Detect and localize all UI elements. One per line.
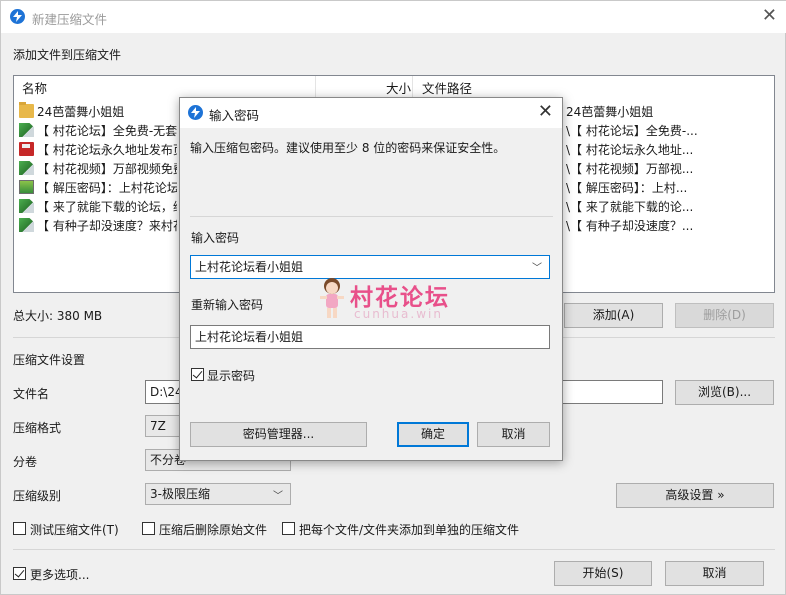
file-name: 【 来了就能下载的论坛，纯... [37, 200, 177, 214]
file-path: \【 村花论坛】全免费-... [566, 124, 698, 138]
app-logo-icon [188, 105, 203, 120]
format-label: 压缩格式 [13, 421, 62, 435]
split-label: 分卷 [13, 455, 38, 469]
filename-label: 文件名 [13, 387, 50, 401]
app-logo-icon [10, 9, 25, 24]
file-name: 24芭蕾舞小姐姐 [37, 105, 125, 119]
delete-source-checkbox[interactable] [142, 522, 155, 535]
file-name: 【 村花论坛永久地址发布页... [37, 143, 177, 157]
file-name: 【 有种子却没速度？来村花... [37, 219, 177, 233]
divider [13, 549, 775, 550]
file-path: \【 来了就能下载的论... [566, 200, 694, 214]
cancel-button[interactable]: 取消 [665, 561, 764, 586]
delete-source-label[interactable]: 压缩后删除原始文件 [159, 521, 267, 538]
more-options-checkbox[interactable] [13, 567, 26, 580]
delete-button[interactable]: 删除(D) [675, 303, 774, 328]
password-value: 上村花论坛看小姐姐 [195, 260, 304, 274]
password-hint: 输入压缩包密码。建议使用至少 8 位的密码来保证安全性。 [190, 141, 506, 155]
level-label: 压缩级别 [13, 489, 62, 503]
watermark-url: cunhua.win [354, 307, 443, 321]
more-options-label[interactable]: 更多选项... [30, 566, 89, 583]
confirm-password-label: 重新输入密码 [191, 298, 264, 312]
file-name: 【 解压密码】：上村花论坛... [37, 181, 177, 195]
column-header-name[interactable]: 名称 [22, 76, 47, 101]
password-label: 输入密码 [191, 231, 240, 245]
total-size-label: 总大小: 380 MB [13, 309, 103, 323]
level-select[interactable]: 3-极限压缩 ﹀ [145, 483, 291, 505]
browse-button[interactable]: 浏览(B)... [675, 380, 774, 405]
format-value: 7Z [150, 419, 166, 433]
dialog-titlebar[interactable]: 输入密码 ✕ [180, 98, 562, 128]
ok-button[interactable]: 确定 [397, 422, 469, 447]
add-button[interactable]: 添加(A) [564, 303, 663, 328]
window-titlebar[interactable]: 新建压缩文件 ✕ [1, 1, 786, 33]
close-icon[interactable]: ✕ [538, 101, 553, 122]
chevron-down-icon[interactable]: ﹀ [532, 258, 542, 280]
file-path: \【 解压密码】：上村... [566, 181, 688, 195]
file-name: 【 村花视频】万部视频免费... [37, 162, 177, 176]
show-password-label[interactable]: 显示密码 [207, 367, 255, 384]
archive-settings-heading: 压缩文件设置 [13, 353, 86, 367]
document-icon [19, 161, 34, 175]
chevron-down-icon: ﹀ [273, 491, 283, 502]
dialog-cancel-button[interactable]: 取消 [477, 422, 550, 447]
show-password-checkbox[interactable] [191, 368, 204, 381]
window-title: 新建压缩文件 [32, 12, 108, 27]
document-icon [19, 199, 34, 213]
file-name: 【 村花论坛】全免费-无套路... [37, 124, 177, 138]
level-value: 3-极限压缩 [150, 487, 210, 501]
dialog-title: 输入密码 [209, 108, 260, 123]
add-files-heading: 添加文件到压缩文件 [13, 48, 122, 62]
file-path: \【 村花论坛永久地址... [566, 143, 694, 157]
disk-icon [19, 142, 34, 156]
cartoon-girl-icon [320, 278, 344, 318]
watermark: 村花论坛 cunhua.win [318, 276, 478, 326]
document-icon [19, 123, 34, 137]
file-path: \【 村花视频】万部视... [566, 162, 694, 176]
start-button[interactable]: 开始(S) [554, 561, 652, 586]
close-icon[interactable]: ✕ [762, 6, 777, 26]
separate-archives-checkbox[interactable] [282, 522, 295, 535]
folder-icon [19, 102, 34, 118]
divider [190, 216, 553, 217]
image-icon [19, 180, 34, 194]
file-path: 24芭蕾舞小姐姐 [566, 105, 654, 119]
confirm-password-input[interactable]: 上村花论坛看小姐姐 [190, 325, 550, 349]
separate-archives-label[interactable]: 把每个文件/文件夹添加到单独的压缩文件 [299, 521, 519, 538]
test-archive-label[interactable]: 测试压缩文件(T) [30, 521, 119, 538]
file-path: \【 有种子却没速度？... [566, 219, 694, 233]
test-archive-checkbox[interactable] [13, 522, 26, 535]
document-icon [19, 218, 34, 232]
password-manager-button[interactable]: 密码管理器... [190, 422, 367, 447]
advanced-settings-button[interactable]: 高级设置 » [616, 483, 774, 508]
